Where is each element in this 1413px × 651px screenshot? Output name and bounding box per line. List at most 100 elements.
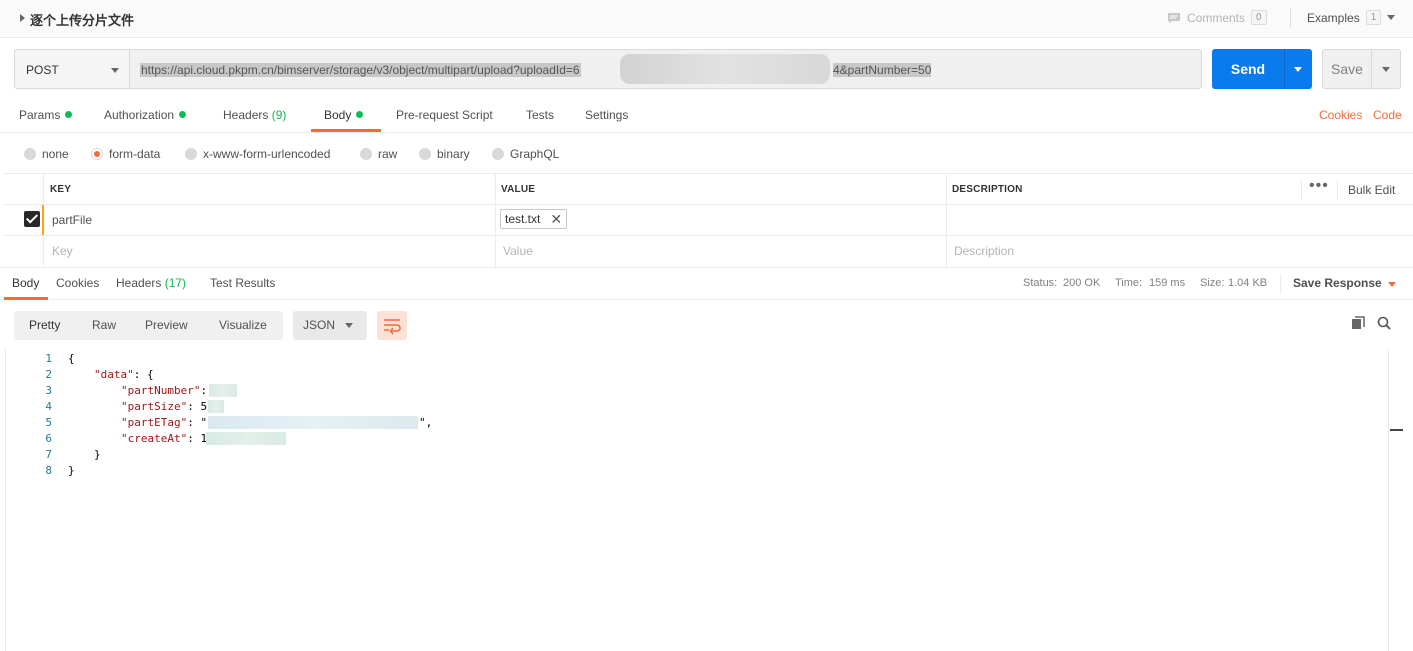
- radio-form-data[interactable]: form-data: [91, 147, 160, 161]
- wrap-lines-button[interactable]: [377, 311, 407, 340]
- radio-binary[interactable]: binary: [419, 147, 470, 161]
- file-name: test.txt: [505, 212, 541, 226]
- line-number: 6: [45, 432, 52, 445]
- view-mode-toolbar: Pretty Raw Preview Visualize: [14, 311, 283, 340]
- code-link[interactable]: Code: [1373, 108, 1402, 122]
- json-punct: : ": [187, 416, 208, 429]
- send-button[interactable]: Send: [1212, 49, 1284, 89]
- tab-response-cookies[interactable]: Cookies: [56, 276, 99, 290]
- status-dot-icon: [179, 111, 187, 118]
- json-punct: : 1: [187, 432, 208, 445]
- comments-button[interactable]: Comments 0: [1167, 10, 1267, 25]
- tab-test-results[interactable]: Test Results: [210, 276, 275, 290]
- column-header-value: VALUE: [501, 184, 536, 195]
- tab-response-body[interactable]: Body: [12, 276, 39, 290]
- key-field[interactable]: partFile: [52, 213, 92, 227]
- code-line: "partETag": ": [121, 416, 207, 429]
- scroll-position-marker: [1390, 429, 1403, 431]
- radio-none[interactable]: none: [24, 147, 69, 161]
- chevron-down-icon: [1387, 15, 1396, 20]
- view-pretty[interactable]: Pretty: [29, 318, 60, 332]
- url-text-start: https://api.cloud.pkpm.cn/bimserver/stor…: [140, 63, 581, 77]
- cookies-link[interactable]: Cookies: [1319, 108, 1362, 122]
- line-number: 7: [45, 448, 52, 461]
- file-chip[interactable]: test.txt ✕: [500, 209, 568, 229]
- radio-label: raw: [378, 147, 398, 161]
- column-header-key: KEY: [50, 184, 72, 195]
- tab-body[interactable]: Body: [324, 108, 364, 122]
- radio-circle: [360, 148, 372, 160]
- radio-circle-selected: [91, 148, 103, 160]
- time-label: Time:: [1115, 277, 1143, 289]
- expand-triangle-icon[interactable]: [20, 14, 25, 22]
- radio-graphql[interactable]: GraphQL: [492, 147, 559, 161]
- format-value: JSON: [303, 318, 336, 332]
- radio-label: x-www-form-urlencoded: [203, 147, 331, 161]
- radio-circle: [492, 148, 504, 160]
- code-line: {: [68, 352, 75, 365]
- tab-params[interactable]: Params: [19, 108, 73, 122]
- tab-tests[interactable]: Tests: [526, 108, 554, 122]
- tab-response-headers-count: (17): [164, 276, 187, 290]
- key-input[interactable]: Key: [52, 244, 73, 258]
- save-dropdown-button[interactable]: [1371, 49, 1401, 89]
- radio-label: GraphQL: [510, 147, 560, 161]
- tab-authorization[interactable]: Authorization: [104, 108, 187, 122]
- radio-x-www-form-urlencoded[interactable]: x-www-form-urlencoded: [185, 147, 330, 161]
- redacted-region: [620, 54, 830, 84]
- column-header-description: DESCRIPTION: [952, 184, 1023, 195]
- json-key: "data": [94, 368, 134, 381]
- json-key: "partNumber": [121, 384, 201, 397]
- examples-button[interactable]: Examples 1: [1307, 10, 1396, 25]
- radio-circle: [24, 148, 36, 160]
- description-input[interactable]: Description: [954, 244, 1014, 258]
- search-icon[interactable]: [1377, 316, 1391, 330]
- tab-response-headers[interactable]: Headers (17): [116, 276, 186, 290]
- time-value[interactable]: 159 ms: [1149, 277, 1185, 289]
- active-tab-indicator: [4, 297, 48, 300]
- chevron-down-icon[interactable]: [1388, 282, 1396, 287]
- format-select[interactable]: JSON: [293, 311, 367, 340]
- close-icon[interactable]: ✕: [550, 212, 562, 226]
- json-key: "partETag": [121, 416, 188, 429]
- url-input[interactable]: https://api.cloud.pkpm.cn/bimserver/stor…: [129, 49, 1202, 89]
- chevron-down-icon: [1382, 67, 1390, 72]
- tab-authorization-label: Authorization: [104, 108, 175, 122]
- row-enabled-checkbox[interactable]: [24, 211, 40, 227]
- chevron-down-icon: [111, 68, 119, 73]
- radio-raw[interactable]: raw: [360, 147, 397, 161]
- tab-params-label: Params: [19, 108, 61, 122]
- view-visualize[interactable]: Visualize: [219, 318, 267, 332]
- more-options-icon[interactable]: •••: [1309, 177, 1329, 195]
- bulk-edit-link[interactable]: Bulk Edit: [1348, 183, 1395, 197]
- tab-body-label: Body: [324, 108, 352, 122]
- tab-settings[interactable]: Settings: [585, 108, 628, 122]
- method-select[interactable]: POST: [14, 49, 130, 89]
- code-line: }: [68, 464, 75, 477]
- save-button[interactable]: Save: [1322, 49, 1372, 89]
- copy-icon[interactable]: [1351, 316, 1365, 330]
- line-number: 3: [45, 384, 52, 397]
- view-raw[interactable]: Raw: [92, 318, 116, 332]
- divider: [1337, 180, 1338, 200]
- status-value[interactable]: 200 OK: [1063, 277, 1100, 289]
- row-type-indicator: [42, 205, 44, 235]
- table-row: [4, 205, 1413, 236]
- code-line: "partSize": 5: [121, 400, 207, 413]
- editor-scrollbar[interactable]: [1388, 350, 1403, 651]
- divider: [1301, 180, 1302, 200]
- response-body-editor[interactable]: 1 { 2 "data": { 3 "partNumber": 4 "partS…: [5, 348, 1388, 651]
- line-number: 8: [45, 464, 52, 477]
- save-response-button[interactable]: Save Response: [1293, 276, 1382, 290]
- tab-headers[interactable]: Headers (9): [223, 108, 286, 122]
- send-dropdown-button[interactable]: [1284, 49, 1312, 89]
- value-input[interactable]: Value: [503, 244, 533, 258]
- request-name[interactable]: 逐个上传分片文件: [30, 10, 134, 29]
- json-key: "createAt": [121, 432, 188, 445]
- size-value[interactable]: 1.04 KB: [1228, 277, 1267, 289]
- url-text-end: 4&partNumber=50: [833, 63, 932, 77]
- view-preview[interactable]: Preview: [145, 318, 188, 332]
- method-value: POST: [26, 63, 59, 77]
- redacted-region: [206, 432, 286, 445]
- tab-pre-request-script[interactable]: Pre-request Script: [396, 108, 493, 122]
